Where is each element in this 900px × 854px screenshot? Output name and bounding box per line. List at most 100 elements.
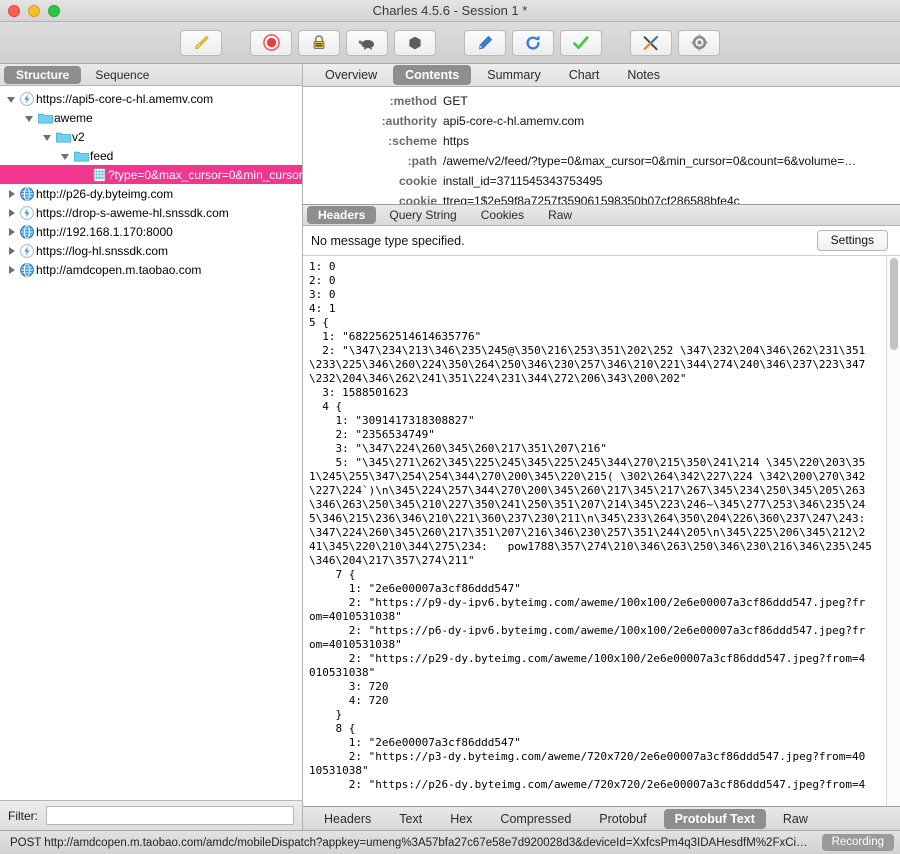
tree-row-label: https://api5-core-c-hl.amemv.com <box>36 91 214 106</box>
bodytab-text[interactable]: Text <box>388 809 433 829</box>
filter-input[interactable] <box>46 806 294 825</box>
message-type-text: No message type specified. <box>311 233 465 248</box>
tree-row[interactable]: http://amdcopen.m.taobao.com <box>0 260 302 279</box>
bodytab-protobuf-text[interactable]: Protobuf Text <box>663 808 766 829</box>
broom-icon[interactable] <box>180 29 222 56</box>
bodytab-hex[interactable]: Hex <box>439 809 483 829</box>
tab-notes[interactable]: Notes <box>615 65 672 85</box>
request-header-name: :path <box>407 154 437 168</box>
tree-row-label: http://amdcopen.m.taobao.com <box>36 262 202 277</box>
title-bar: Charles 4.5.6 - Session 1 * <box>0 0 900 22</box>
validate-icon[interactable] <box>560 29 602 56</box>
folder-icon <box>54 131 72 143</box>
folder-icon <box>36 112 54 124</box>
tree-row[interactable]: https://api5-core-c-hl.amemv.com <box>0 89 302 108</box>
bodytab-raw[interactable]: Raw <box>772 809 819 829</box>
tree-row[interactable]: https://log-hl.snssdk.com <box>0 241 302 260</box>
status-bar-text: POST http://amdcopen.m.taobao.com/amdc/m… <box>10 836 814 849</box>
left-pane: Structure Sequence https://api5-core-c-h… <box>0 64 303 830</box>
tree-row-label: ?type=0&max_cursor=0&min_cursor=0&count=… <box>108 167 302 182</box>
tree-row[interactable]: http://p26-dy.byteimg.com <box>0 184 302 203</box>
chevron-right-icon[interactable] <box>4 189 18 199</box>
right-pane: Overview Contents Summary Chart Notes :metho… <box>303 64 900 830</box>
request-header-value: ttreq=1$2e59f8a7257f359061598350b07cf286… <box>443 194 740 204</box>
request-headers-list: :method GET :authority api5-core-c-hl.amemv… <box>303 87 900 204</box>
toolbar-group-session <box>177 29 225 56</box>
bodytab-protobuf[interactable]: Protobuf <box>588 809 657 829</box>
bodytab-compressed[interactable]: Compressed <box>489 809 582 829</box>
request-header-row: cookie install_id=3711545343753495 <box>303 171 900 191</box>
settings-button[interactable]: Settings <box>816 230 888 251</box>
tree-row[interactable]: http://192.168.1.170:8000 <box>0 222 302 241</box>
request-sub-tabs: Headers Query String Cookies Raw <box>303 204 900 226</box>
main-split: Structure Sequence https://api5-core-c-h… <box>0 64 900 830</box>
chevron-down-icon[interactable] <box>22 113 36 123</box>
session-tree[interactable]: https://api5-core-c-hl.amemv.com aweme v2 f… <box>0 86 302 800</box>
recording-status-badge[interactable]: Recording <box>821 834 894 851</box>
tab-chart[interactable]: Chart <box>557 65 612 85</box>
compose-icon[interactable] <box>464 29 506 56</box>
request-header-name: cookie <box>398 174 437 188</box>
subtab-headers[interactable]: Headers <box>307 206 377 224</box>
breakpoint-icon[interactable] <box>394 29 436 56</box>
tree-row-label: feed <box>90 148 114 163</box>
tree-row-label: http://p26-dy.byteimg.com <box>36 186 174 201</box>
repeat-icon[interactable] <box>512 29 554 56</box>
tab-contents[interactable]: Contents <box>393 65 472 85</box>
chevron-down-icon[interactable] <box>58 151 72 161</box>
protobuf-scrollbar-thumb[interactable] <box>890 258 898 350</box>
filter-bar: Filter: <box>0 800 302 830</box>
tree-row-label: https://log-hl.snssdk.com <box>36 243 169 258</box>
request-header-name: :method <box>389 94 437 108</box>
globe-icon <box>18 186 36 201</box>
chevron-right-icon[interactable] <box>4 265 18 275</box>
response-body-tabs: Headers Text Hex Compressed Protobuf Protobuf… <box>303 806 900 830</box>
protobuf-scrollbar[interactable] <box>886 256 900 806</box>
close-button[interactable] <box>8 4 20 17</box>
tree-row-selected[interactable]: ?type=0&max_cursor=0&min_cursor=0&count=… <box>0 165 302 184</box>
tree-row-label: v2 <box>72 129 85 144</box>
globe-icon <box>18 262 36 277</box>
tree-row[interactable]: feed <box>0 146 302 165</box>
zoom-button[interactable] <box>48 4 60 17</box>
tools-icon[interactable] <box>630 29 672 56</box>
subtab-raw[interactable]: Raw <box>537 206 583 224</box>
request-header-row: :method GET <box>303 91 900 111</box>
turtle-icon[interactable] <box>346 29 388 56</box>
request-header-value: api5-core-c-hl.amemv.com <box>443 114 585 128</box>
lock-icon[interactable] <box>298 29 340 56</box>
globe-icon <box>18 224 36 239</box>
bolt-icon <box>18 243 36 258</box>
record-icon[interactable] <box>250 29 292 56</box>
chevron-right-icon[interactable] <box>4 208 18 218</box>
tab-summary[interactable]: Summary <box>475 65 552 85</box>
subtab-cookies[interactable]: Cookies <box>470 206 535 224</box>
chevron-right-icon[interactable] <box>4 246 18 256</box>
minimize-button[interactable] <box>28 4 40 17</box>
subtab-query-string[interactable]: Query String <box>378 206 467 224</box>
chevron-right-icon[interactable] <box>4 227 18 237</box>
protobuf-text-content: 1: 0 2: 0 3: 0 4: 1 5 { 1: "682256251461… <box>309 260 872 791</box>
request-header-value: /aweme/v2/feed/?type=0&max_cursor=0&min_… <box>443 154 857 168</box>
status-bar: POST http://amdcopen.m.taobao.com/amdc/m… <box>0 830 900 854</box>
window-controls <box>0 4 60 17</box>
chevron-down-icon[interactable] <box>4 94 18 104</box>
tree-row[interactable]: v2 <box>0 127 302 146</box>
tab-structure[interactable]: Structure <box>4 65 82 84</box>
request-header-row: :authority api5-core-c-hl.amemv.com <box>303 111 900 131</box>
request-header-name: :authority <box>381 114 437 128</box>
document-icon <box>90 167 108 182</box>
bodytab-headers[interactable]: Headers <box>313 809 382 829</box>
tab-sequence[interactable]: Sequence <box>83 66 161 84</box>
tab-overview[interactable]: Overview <box>313 65 389 85</box>
gear-icon[interactable] <box>678 29 720 56</box>
toolbar-group-tools <box>627 29 723 56</box>
tree-row[interactable]: https://drop-s-aweme-hl.snssdk.com <box>0 203 302 222</box>
bolt-icon <box>18 205 36 220</box>
protobuf-text-viewer: 1: 0 2: 0 3: 0 4: 1 5 { 1: "682256251461… <box>303 256 900 806</box>
chevron-down-icon[interactable] <box>40 132 54 142</box>
tree-row[interactable]: aweme <box>0 108 302 127</box>
request-header-name: cookie <box>398 194 437 204</box>
tree-row-label: aweme <box>54 110 93 125</box>
toolbar-group-capture <box>247 29 439 56</box>
